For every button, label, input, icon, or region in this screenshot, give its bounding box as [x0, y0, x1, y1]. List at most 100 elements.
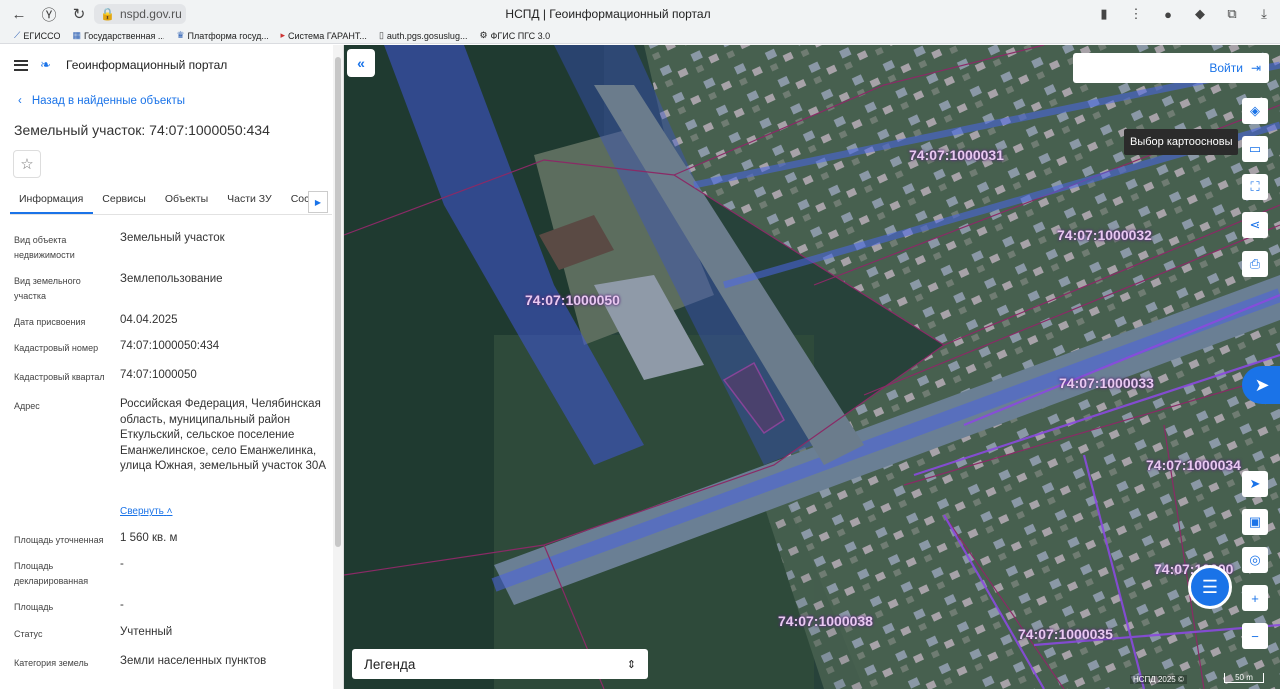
scrollbar-thumb[interactable]: [335, 57, 341, 547]
favorite-star-icon[interactable]: ☆: [13, 150, 41, 178]
bookmark-item[interactable]: ▸ Система ГАРАНТ...: [280, 30, 366, 41]
info-tabs: Информация Сервисы Объекты Части ЗУ Сост…: [10, 189, 332, 215]
property-label: Вид земельного участка: [14, 276, 81, 301]
minimap-icon: ▣: [1248, 514, 1262, 529]
layers-icon: ◈: [1250, 103, 1260, 118]
property-label: Кадастровый квартал: [14, 372, 105, 382]
login-label: Войти: [1209, 61, 1243, 75]
bookmark-icon[interactable]: ▮: [1088, 6, 1120, 22]
map-view[interactable]: 74:07:1000031 74:07:1000032 74:07:100005…: [344, 45, 1280, 689]
address-value: Российская Федерация, Челябинская област…: [120, 398, 326, 472]
bookmark-item[interactable]: ♛ Платформа госуд...: [176, 30, 268, 41]
chat-button[interactable]: ☰: [1188, 565, 1232, 609]
puzzle-icon[interactable]: ⧉: [1216, 6, 1248, 22]
expand-icon: ⇕: [626, 658, 636, 671]
property-value: 1 560 кв. м: [120, 532, 178, 544]
share-button[interactable]: ⋖: [1242, 212, 1268, 238]
browser-actions: ▮ ⋮ ● ◆ ⧉ ⤓: [1088, 0, 1280, 28]
collapse-link[interactable]: Свернуть ˄: [120, 506, 172, 517]
shield-icon[interactable]: ◆: [1184, 6, 1216, 22]
quarter-label[interactable]: 74:07:1000050: [525, 292, 620, 308]
property-value: 74:07:1000050:434: [120, 340, 220, 352]
property-value: Земельный участок: [120, 232, 225, 244]
chevron-left-icon: ‹: [18, 95, 22, 107]
quarter-label[interactable]: 74:07:1000035: [1018, 626, 1113, 642]
tabs-scroll-right-icon[interactable]: ▶: [308, 191, 328, 213]
minimap-button[interactable]: ▣: [1242, 509, 1268, 535]
property-value: -: [120, 599, 124, 611]
login-icon: ⇥: [1250, 61, 1261, 75]
object-title: Земельный участок: 74:07:1000050:434: [14, 122, 270, 138]
bookmark-favicon-icon: ♛: [176, 30, 185, 40]
property-value: 04.04.2025: [120, 314, 178, 326]
property-label: Площадь уточненная: [14, 535, 104, 545]
quarter-label[interactable]: 74:07:1000032: [1057, 227, 1152, 243]
tab-services[interactable]: Сервисы: [93, 189, 156, 214]
zoom-in-button[interactable]: +: [1242, 585, 1268, 611]
print-button[interactable]: ⎙: [1242, 251, 1268, 277]
quarter-label[interactable]: 74:07:1000038: [778, 613, 873, 629]
basemap-tooltip: Выбор картоосновы: [1124, 129, 1239, 155]
bookmark-item[interactable]: ⟋ ЕГИССО: [14, 30, 60, 41]
ruler-button[interactable]: ▭: [1242, 136, 1268, 162]
menu-icon[interactable]: [14, 59, 28, 71]
select-area-icon: ⛶: [1250, 179, 1260, 194]
back-to-results-link[interactable]: ‹ Назад в найденные объекты: [18, 95, 185, 107]
scale-bar: 50 m: [1224, 673, 1264, 683]
browser-titlebar: ← Ⓨ ↻ 🔒 nspd.gov.ru НСПД | Геоинформацио…: [0, 0, 1280, 28]
bookmark-favicon-icon: ⟋: [14, 30, 21, 40]
zoom-out-button[interactable]: −: [1242, 623, 1268, 649]
my-location-button[interactable]: ◎: [1242, 547, 1268, 573]
share-icon: ⋖: [1249, 217, 1261, 232]
property-label: Площадь: [14, 602, 54, 612]
bookmark-item[interactable]: ▦ Государственная ...: [72, 30, 164, 41]
legend-dropdown[interactable]: Легенда ⇕: [352, 649, 648, 679]
quarter-label[interactable]: 74:07:1000034: [1146, 457, 1241, 473]
property-value: 74:07:1000050: [120, 369, 197, 381]
tab-parts[interactable]: Части ЗУ: [218, 189, 282, 214]
property-label: Дата присвоения: [14, 317, 86, 327]
property-label: Категория земель: [14, 658, 89, 668]
property-value: Землепользование: [120, 273, 223, 285]
bookmark-item[interactable]: ▯ auth.pgs.gosuslug...: [379, 30, 468, 41]
map-attribution: НСПД 2025 ©: [1130, 675, 1187, 684]
minus-icon: −: [1251, 628, 1259, 644]
portal-logo-icon: ❧: [40, 57, 51, 72]
bookmark-favicon-icon: ⚙: [479, 30, 488, 40]
extension-icon[interactable]: ●: [1152, 7, 1184, 22]
property-label: Кадастровый номер: [14, 343, 99, 353]
chevron-up-icon: ˄: [166, 506, 173, 517]
tab-objects[interactable]: Объекты: [156, 189, 218, 214]
double-chevron-left-icon: «: [357, 55, 365, 71]
download-icon[interactable]: ⤓: [1248, 6, 1280, 22]
layers-button[interactable]: ◈: [1242, 98, 1268, 124]
tab-information[interactable]: Информация: [10, 189, 94, 214]
app-header: ❧ Геоинформационный портал: [14, 55, 227, 75]
property-value: Земли населенных пунктов: [120, 655, 267, 667]
property-label: Статус: [14, 629, 43, 639]
more-icon[interactable]: ⋮: [1120, 6, 1152, 22]
property-label: Вид объекта недвижимости: [14, 235, 75, 260]
bookmark-favicon-icon: ▸: [280, 30, 285, 40]
bookmark-favicon-icon: ▦: [72, 30, 81, 40]
quarter-label[interactable]: 74:07:1000031: [909, 147, 1004, 163]
property-value: Учтенный: [120, 626, 173, 638]
service-logo-icon[interactable]: ➤: [1242, 366, 1280, 404]
property-value: -: [120, 558, 124, 570]
browser-page-title: НСПД | Геоинформационный портал: [505, 7, 711, 21]
collapse-panel-button[interactable]: «: [347, 49, 375, 77]
bookmark-item[interactable]: ⚙ ФГИС ПГС 3.0: [479, 30, 550, 41]
property-label: Адрес: [14, 401, 40, 411]
chat-icon: ☰: [1201, 576, 1219, 597]
app-title: Геоинформационный портал: [66, 58, 228, 72]
quarter-label[interactable]: 74:07:1000033: [1059, 375, 1154, 391]
property-label: Площадь декларированная: [14, 561, 89, 586]
select-area-button[interactable]: ⛶: [1242, 174, 1268, 200]
locate-button[interactable]: ➤: [1242, 471, 1268, 497]
back-link-label: Назад в найденные объекты: [31, 95, 186, 107]
navigation-arrow-icon: ➤: [1249, 476, 1261, 491]
ruler-icon: ▭: [1248, 141, 1262, 156]
document-icon: ▯: [378, 30, 384, 40]
panel-scrollbar[interactable]: [333, 45, 343, 689]
login-button[interactable]: Войти ⇥: [1073, 53, 1269, 83]
